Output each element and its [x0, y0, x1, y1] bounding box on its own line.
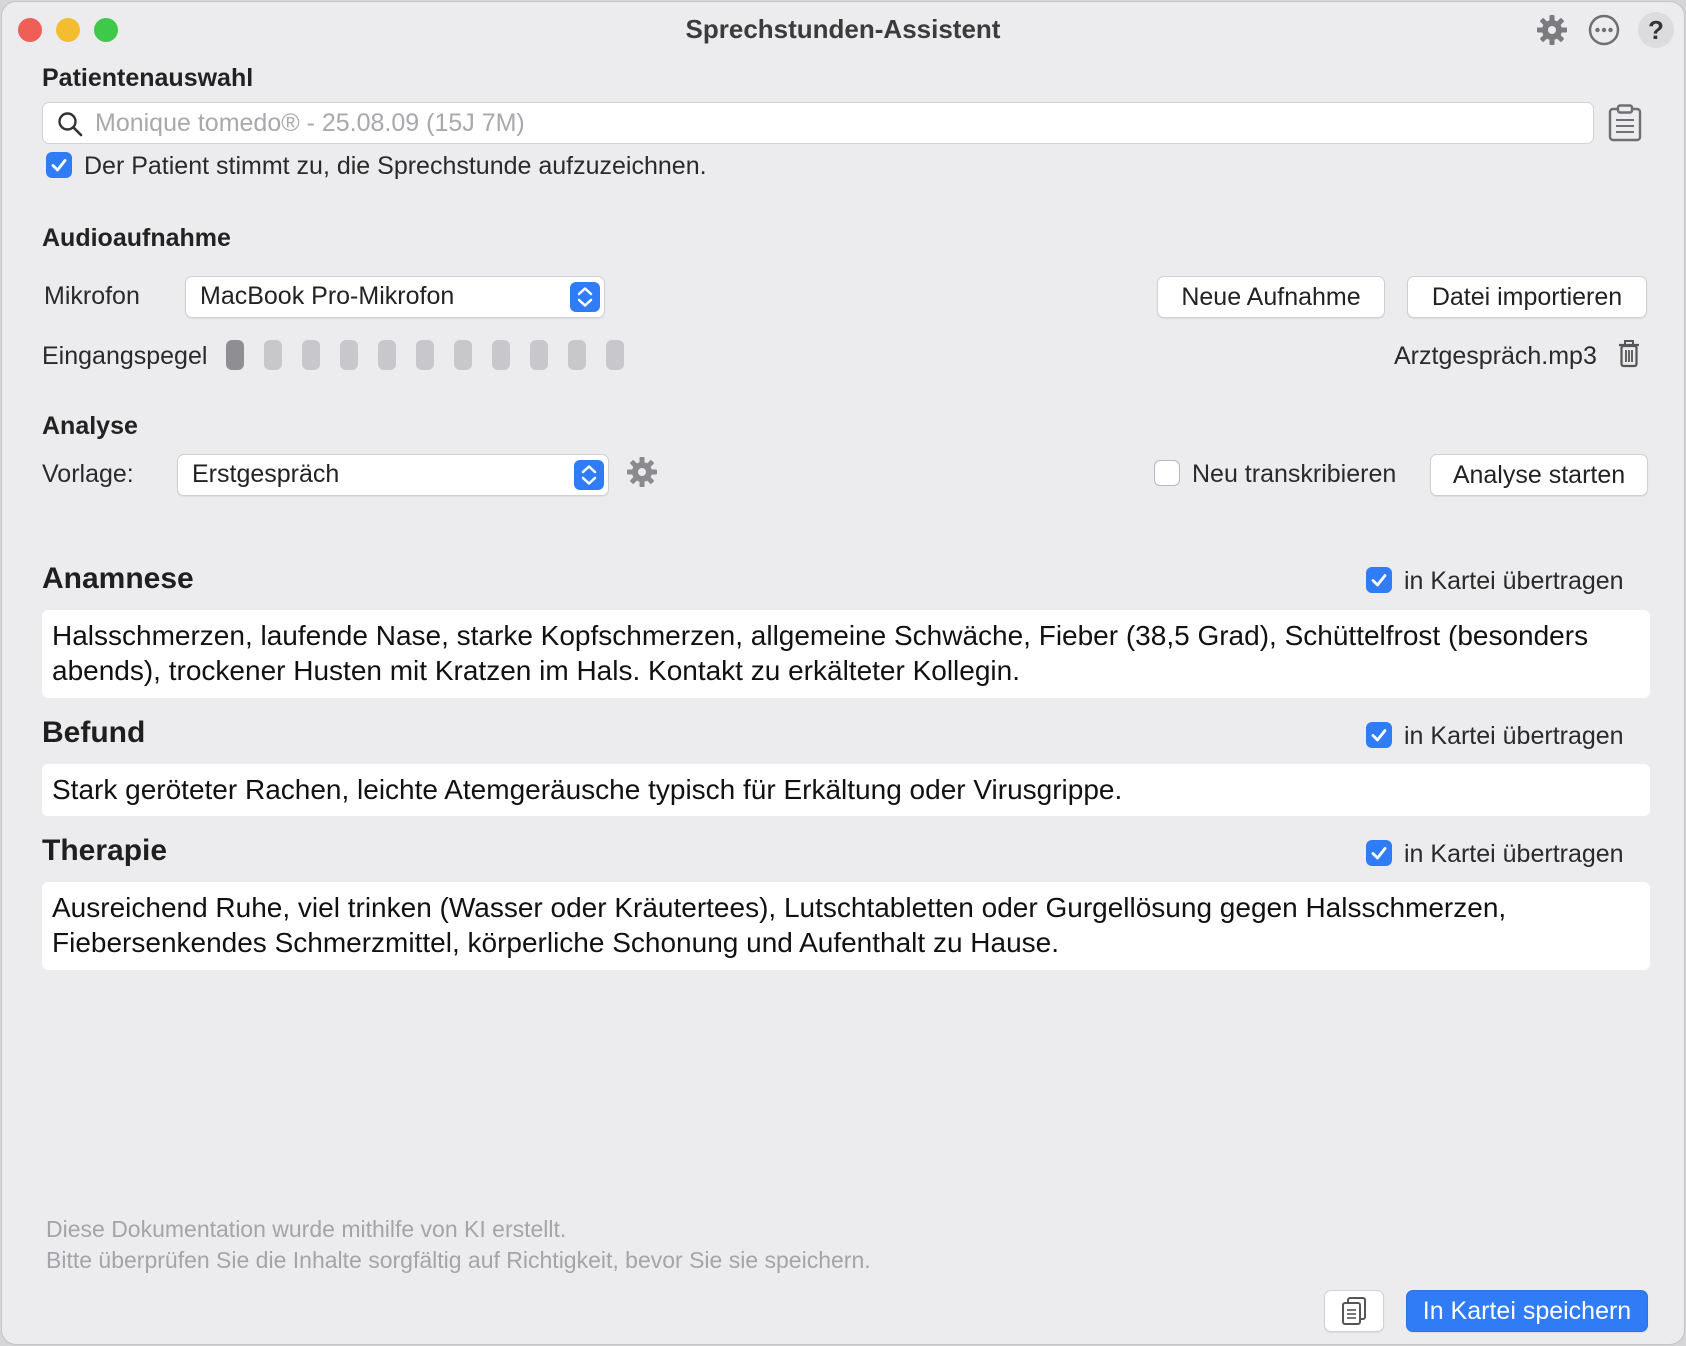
- level-segment: [454, 340, 472, 370]
- patient-section-title: Patientenauswahl: [42, 64, 254, 92]
- audio-section-title: Audioaufnahme: [42, 224, 231, 252]
- befund-transfer-label: in Kartei übertragen: [1404, 722, 1624, 750]
- template-select[interactable]: Erstgespräch: [177, 454, 609, 496]
- copy-document-icon: [1342, 1297, 1366, 1325]
- level-segment: [530, 340, 548, 370]
- updown-chevron-icon: [570, 282, 600, 312]
- new-recording-button[interactable]: Neue Aufnahme: [1157, 276, 1385, 318]
- level-segment: [264, 340, 282, 370]
- template-label: Vorlage:: [42, 460, 134, 488]
- anamnese-transfer-label: in Kartei übertragen: [1404, 567, 1624, 595]
- level-segment: [226, 340, 244, 370]
- level-segment: [302, 340, 320, 370]
- retranscribe-label: Neu transkribieren: [1192, 460, 1397, 488]
- befund-transfer-checkbox[interactable]: [1366, 722, 1392, 748]
- trash-icon[interactable]: [1618, 340, 1640, 373]
- level-segment: [378, 340, 396, 370]
- section-title-befund: Befund: [42, 716, 146, 749]
- template-settings-gear-icon[interactable]: [624, 454, 660, 495]
- import-file-button[interactable]: Datei importieren: [1407, 276, 1647, 318]
- updown-chevron-icon: [574, 460, 604, 490]
- patient-search-placeholder: Monique tomedo® - 25.08.09 (15J 7M): [95, 109, 525, 137]
- template-value: Erstgespräch: [192, 460, 340, 488]
- window-title: Sprechstunden-Assistent: [685, 14, 1001, 44]
- checkmark-icon: [1371, 574, 1387, 587]
- therapie-transfer-checkbox[interactable]: [1366, 840, 1392, 866]
- ai-disclaimer-line1: Diese Dokumentation wurde mithilfe von K…: [46, 1216, 567, 1242]
- save-to-chart-button[interactable]: In Kartei speichern: [1406, 1290, 1648, 1332]
- title-bar: Sprechstunden-Assistent ?: [2, 2, 1684, 58]
- microphone-select[interactable]: MacBook Pro-Mikrofon: [185, 276, 605, 318]
- level-segment: [416, 340, 434, 370]
- assistant-window: Sprechstunden-Assistent ? Patientenauswa…: [2, 2, 1684, 1344]
- anamnese-transfer-checkbox[interactable]: [1366, 567, 1392, 593]
- start-analysis-button[interactable]: Analyse starten: [1430, 454, 1648, 496]
- audio-file-name: Arztgespräch.mp3: [1394, 342, 1597, 370]
- search-icon: [58, 112, 83, 137]
- checkmark-icon: [1371, 729, 1387, 742]
- level-segment: [606, 340, 624, 370]
- section-title-therapie: Therapie: [42, 834, 168, 867]
- section-title-anamnese: Anamnese: [42, 562, 194, 595]
- help-button[interactable]: ?: [1638, 12, 1674, 48]
- consent-checkbox[interactable]: [46, 152, 72, 178]
- settings-gear-icon[interactable]: [1534, 12, 1570, 48]
- ai-disclaimer-line2: Bitte überprüfen Sie die Inhalte sorgfäl…: [46, 1247, 871, 1273]
- befund-textbox[interactable]: Stark geröteter Rachen, leichte Atemgerä…: [42, 764, 1650, 816]
- analysis-section-title: Analyse: [42, 412, 138, 440]
- input-level-label: Eingangspegel: [42, 342, 208, 370]
- level-segment: [568, 340, 586, 370]
- more-options-icon[interactable]: [1586, 12, 1622, 48]
- patient-search-field[interactable]: Monique tomedo® - 25.08.09 (15J 7M): [42, 102, 1594, 144]
- level-segment: [340, 340, 358, 370]
- therapie-transfer-label: in Kartei übertragen: [1404, 840, 1624, 868]
- level-segment: [492, 340, 510, 370]
- microphone-label: Mikrofon: [44, 282, 140, 310]
- retranscribe-checkbox[interactable]: [1154, 460, 1180, 486]
- checkmark-icon: [51, 159, 67, 172]
- consent-label: Der Patient stimmt zu, die Sprechstunde …: [84, 152, 707, 180]
- anamnese-textbox[interactable]: Halsschmerzen, laufende Nase, starke Kop…: [42, 610, 1650, 698]
- copy-button[interactable]: [1324, 1290, 1384, 1332]
- microphone-value: MacBook Pro-Mikrofon: [200, 282, 455, 310]
- therapie-textbox[interactable]: Ausreichend Ruhe, viel trinken (Wasser o…: [42, 882, 1650, 970]
- checkmark-icon: [1371, 847, 1387, 860]
- clipboard-icon[interactable]: [1608, 104, 1642, 147]
